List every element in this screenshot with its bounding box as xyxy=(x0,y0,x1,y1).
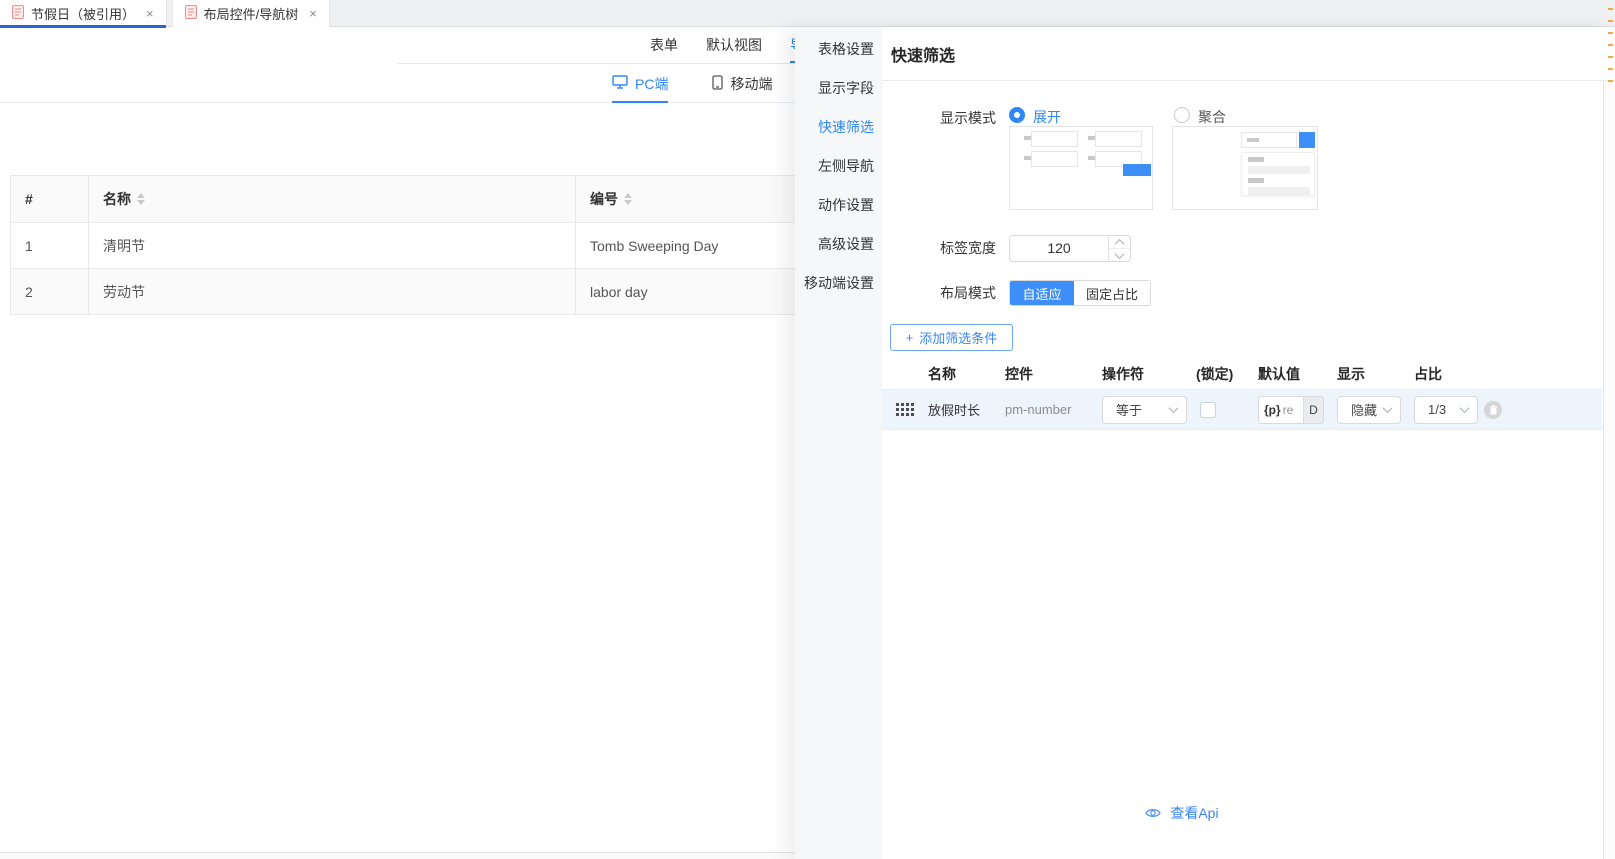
radio-expand-label[interactable]: 展开 xyxy=(1033,107,1061,127)
sidebar-item-advanced-settings[interactable]: 高级设置 xyxy=(795,225,882,264)
view-api-link[interactable]: 查看Api xyxy=(882,803,1482,823)
sort-icon[interactable] xyxy=(137,193,145,205)
locked-checkbox[interactable] xyxy=(1200,402,1216,418)
sidebar-item-action-settings[interactable]: 动作设置 xyxy=(795,186,882,225)
cell-name: 劳动节 xyxy=(89,269,576,314)
drawer-title: 快速筛选 xyxy=(882,27,1615,81)
label-width-value[interactable]: 120 xyxy=(1010,236,1108,261)
tab-pc[interactable]: PC端 xyxy=(612,64,668,103)
add-filter-button[interactable]: + 添加筛选条件 xyxy=(890,324,1013,351)
display-mode-label: 显示模式 xyxy=(882,108,996,128)
filter-field-name: 放假时长 xyxy=(928,400,1005,419)
delete-filter-button[interactable] xyxy=(1484,401,1502,419)
close-icon[interactable]: × xyxy=(309,7,317,20)
phone-icon xyxy=(712,75,723,93)
plus-icon: + xyxy=(906,330,914,345)
tab-pc-label: PC端 xyxy=(635,74,668,94)
default-value-toggle-button[interactable]: D xyxy=(1303,397,1323,423)
filter-col-ratio: 占比 xyxy=(1414,364,1484,384)
layout-fixed-button[interactable]: 固定占比 xyxy=(1074,281,1150,305)
filter-row: 放假时长 pm-number 等于 {p} re D 隐藏 xyxy=(882,390,1602,430)
device-tabs-row: PC端 移动端 xyxy=(0,64,795,103)
radio-aggregate[interactable] xyxy=(1174,107,1190,123)
view-tabs: 表单 默认视图 导 xyxy=(650,27,804,63)
eye-icon xyxy=(1145,805,1170,821)
filter-col-default: 默认值 xyxy=(1258,364,1337,384)
tab-mobile[interactable]: 移动端 xyxy=(712,64,772,103)
window-tab-label: 布局控件/导航树 xyxy=(204,4,299,23)
filter-col-name: 名称 xyxy=(928,364,1005,384)
sidebar-item-display-fields[interactable]: 显示字段 xyxy=(795,69,882,108)
expand-mode-preview[interactable] xyxy=(1009,126,1153,210)
window-tab-strip: 节假日（被引用） × 布局控件/导航树 × xyxy=(0,0,1615,27)
drag-handle-icon[interactable] xyxy=(896,403,914,416)
sidebar-item-quick-filter[interactable]: 快速筛选 xyxy=(795,108,882,147)
tab-default-view[interactable]: 默认视图 xyxy=(706,27,762,63)
tab-mobile-label: 移动端 xyxy=(730,74,772,94)
number-stepper xyxy=(1108,236,1130,261)
sidebar-item-table-settings[interactable]: 表格设置 xyxy=(795,30,882,69)
cell-index: 1 xyxy=(11,223,89,268)
sidebar-item-mobile-settings[interactable]: 移动端设置 xyxy=(795,264,882,303)
sort-icon[interactable] xyxy=(624,193,632,205)
drawer-scrollbar[interactable] xyxy=(1603,81,1615,859)
cell-name: 清明节 xyxy=(89,223,576,268)
filter-col-operator: 操作符 xyxy=(1102,364,1196,384)
close-icon[interactable]: × xyxy=(146,7,154,20)
scroll-marker-ticks xyxy=(1608,8,1614,92)
filter-table-header: 名称 控件 操作符 (锁定) 默认值 显示 占比 xyxy=(882,358,1602,390)
filter-col-locked: (锁定) xyxy=(1196,364,1258,384)
chevron-down-icon xyxy=(1460,403,1470,413)
aggregate-mode-preview[interactable] xyxy=(1172,126,1318,210)
filter-col-control: 控件 xyxy=(1005,364,1102,384)
default-value-input[interactable]: {p} re D xyxy=(1258,396,1324,424)
settings-drawer: 表格设置 显示字段 快速筛选 左侧导航 动作设置 高级设置 移动端设置 快速筛选… xyxy=(795,27,1615,859)
variable-icon: {p} xyxy=(1259,403,1283,417)
drawer-sidebar: 表格设置 显示字段 快速筛选 左侧导航 动作设置 高级设置 移动端设置 xyxy=(795,27,882,859)
radio-expand[interactable] xyxy=(1009,107,1025,123)
window-tab-label: 节假日（被引用） xyxy=(31,4,135,23)
column-header-index: # xyxy=(11,176,89,222)
window-tab-layout-tree[interactable]: 布局控件/导航树 × xyxy=(172,0,330,27)
chevron-down-icon xyxy=(1383,403,1393,413)
stepper-up-button[interactable] xyxy=(1109,236,1130,249)
document-icon xyxy=(12,5,24,22)
label-width-label: 标签宽度 xyxy=(882,235,996,262)
ratio-select[interactable]: 1/3 xyxy=(1414,396,1478,424)
trash-icon xyxy=(1489,402,1498,418)
layout-mode-segmented: 自适应 固定占比 xyxy=(1009,280,1151,306)
tab-form[interactable]: 表单 xyxy=(650,27,678,63)
stepper-down-button[interactable] xyxy=(1109,249,1130,261)
document-icon xyxy=(185,5,197,22)
radio-aggregate-label[interactable]: 聚合 xyxy=(1198,107,1226,127)
sidebar-item-left-nav[interactable]: 左侧导航 xyxy=(795,147,882,186)
filter-col-display: 显示 xyxy=(1337,364,1414,384)
label-width-input[interactable]: 120 xyxy=(1009,235,1131,262)
filter-field-control: pm-number xyxy=(1005,402,1102,417)
operator-select[interactable]: 等于 xyxy=(1102,396,1187,424)
layout-adaptive-button[interactable]: 自适应 xyxy=(1010,281,1074,305)
cell-index: 2 xyxy=(11,269,89,314)
layout-mode-label: 布局模式 xyxy=(882,280,996,306)
display-select[interactable]: 隐藏 xyxy=(1337,396,1401,424)
monitor-icon xyxy=(612,75,628,92)
window-tab-holiday[interactable]: 节假日（被引用） × xyxy=(0,0,167,27)
page-footer-strip xyxy=(0,852,795,859)
drawer-main: 快速筛选 显示模式 展开 聚合 xyxy=(882,27,1615,859)
column-header-name[interactable]: 名称 xyxy=(89,176,576,222)
chevron-down-icon xyxy=(1169,403,1179,413)
